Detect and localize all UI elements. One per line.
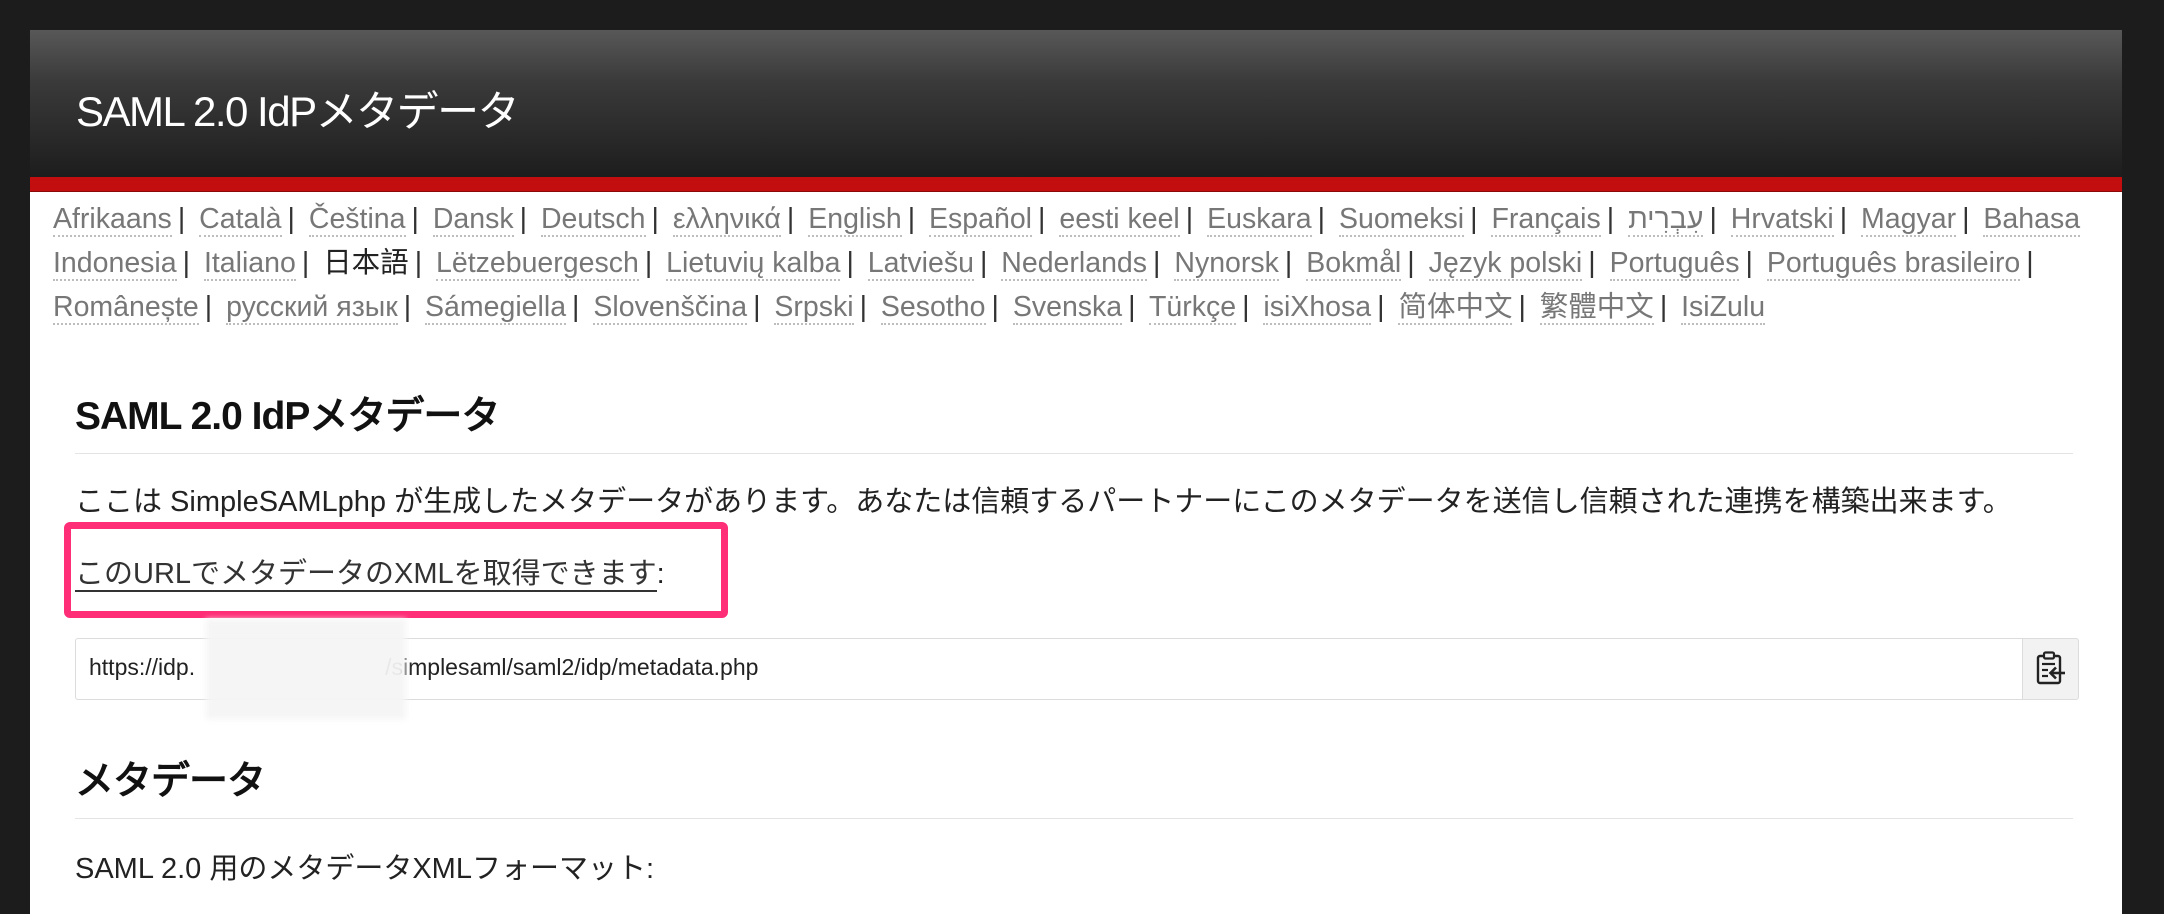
metadata-url-field[interactable]: https://idp. /simplesaml/saml2/idp/metada…	[75, 619, 2023, 719]
language-separator: |	[1038, 203, 1046, 235]
metadata-url-suffix: /simplesaml/saml2/idp/metadata.php	[385, 654, 759, 680]
language-link[interactable]: русский язык	[226, 291, 398, 325]
language-separator: |	[1962, 203, 1970, 235]
language-link[interactable]: Italiano	[203, 247, 296, 281]
language-bar: Afrikaans | Català | Čeština | Dansk | Deuts…	[53, 197, 2083, 329]
metadata-url-prefix: https://idp.	[89, 654, 196, 680]
language-link[interactable]: Românește	[53, 291, 199, 325]
language-separator: |	[651, 203, 659, 235]
language-separator: |	[1745, 247, 1753, 279]
metadata-url-label: このURLでメタデータのXMLを取得できます:	[75, 550, 665, 592]
language-link[interactable]: Euskara	[1207, 203, 1312, 237]
metadata-format-text: SAML 2.0 用のメタデータXMLフォーマット:	[75, 853, 655, 885]
language-link[interactable]: Suomeksi	[1338, 203, 1465, 237]
language-link[interactable]: Sámegiella	[425, 291, 567, 325]
language-link[interactable]: ελληνικά	[672, 203, 781, 237]
metadata-url-text: https://idp. /simplesaml/saml2/idp/metada…	[89, 654, 758, 681]
language-separator: |	[1377, 291, 1385, 323]
language-separator: |	[859, 291, 867, 323]
language-link[interactable]: 简体中文	[1398, 291, 1513, 325]
language-link[interactable]: IsiZulu	[1681, 291, 1766, 325]
language-separator: |	[846, 247, 854, 279]
language-link[interactable]: Srpski	[774, 291, 854, 325]
language-link[interactable]: Português brasileiro	[1766, 247, 2021, 281]
page-title: SAML 2.0 IdPメタデータ	[75, 385, 2073, 454]
language-link[interactable]: Afrikaans	[53, 203, 172, 237]
metadata-xml-link[interactable]: このURLでメタデータのXMLを取得できます	[75, 558, 657, 592]
language-separator: |	[2026, 247, 2034, 279]
language-link[interactable]: Magyar	[1861, 203, 1957, 237]
language-link[interactable]: isiXhosa	[1263, 291, 1372, 325]
language-separator: |	[753, 291, 761, 323]
language-link[interactable]: Bokmål	[1306, 247, 1402, 281]
page: SAML 2.0 IdPメタデータ Afrikaans | Català | Češ…	[30, 30, 2122, 914]
language-separator: |	[786, 203, 795, 235]
language-link[interactable]: Svenska	[1012, 291, 1123, 325]
language-separator: |	[301, 247, 310, 279]
language-link[interactable]: Latviešu	[867, 247, 974, 281]
language-separator: |	[1128, 291, 1136, 323]
language-link[interactable]: Nederlands	[1001, 247, 1148, 281]
language-separator: |	[177, 203, 186, 235]
language-separator: |	[1284, 247, 1293, 279]
language-link[interactable]: Lëtzebuergesch	[436, 247, 639, 281]
language-separator: |	[1317, 203, 1326, 235]
language-link[interactable]: Slovenščina	[593, 291, 748, 325]
language-separator: |	[1588, 247, 1596, 279]
language-link[interactable]: עִבְרִית	[1628, 203, 1704, 237]
language-link[interactable]: Nynorsk	[1174, 247, 1279, 281]
header-title: SAML 2.0 IdPメタデータ	[76, 88, 520, 135]
copy-url-button[interactable]	[2022, 638, 2079, 700]
language-separator: |	[979, 247, 988, 279]
language-separator: |	[572, 291, 580, 323]
language-separator: |	[1709, 203, 1717, 235]
language-link[interactable]: Hrvatski	[1730, 203, 1834, 237]
language-separator: |	[182, 247, 191, 279]
language-separator: |	[287, 203, 295, 235]
language-separator: |	[414, 247, 423, 279]
language-link[interactable]: Deutsch	[540, 203, 646, 237]
language-separator: |	[1839, 203, 1848, 235]
language-separator: |	[403, 291, 412, 323]
language-link[interactable]: Français	[1491, 203, 1601, 237]
redacted-area	[206, 619, 406, 719]
language-link[interactable]: Türkçe	[1148, 291, 1237, 325]
language-separator: |	[411, 203, 419, 235]
language-separator: |	[1242, 291, 1250, 323]
language-link[interactable]: English	[808, 203, 902, 237]
language-separator: |	[1470, 203, 1478, 235]
language-link[interactable]: Sesotho	[880, 291, 986, 325]
language-separator: |	[907, 203, 916, 235]
language-separator: |	[644, 247, 653, 279]
language-link[interactable]: Język polski	[1428, 247, 1583, 281]
language-separator: |	[1185, 203, 1194, 235]
language-separator: |	[991, 291, 999, 323]
language-separator: |	[204, 291, 213, 323]
language-current: 日本語	[323, 247, 409, 279]
language-separator: |	[1518, 291, 1526, 323]
header-accent-bar	[30, 177, 2122, 192]
language-link[interactable]: Čeština	[308, 203, 406, 237]
clipboard-copy-icon	[2036, 651, 2065, 685]
language-link[interactable]: eesti keel	[1059, 203, 1180, 237]
language-separator: |	[1606, 203, 1615, 235]
language-link[interactable]: Dansk	[432, 203, 514, 237]
url-label-colon: :	[656, 558, 665, 590]
language-link[interactable]: Português	[1609, 247, 1740, 281]
language-link[interactable]: Lietuvių kalba	[666, 247, 841, 281]
page-header: SAML 2.0 IdPメタデータ	[30, 30, 2122, 177]
language-link[interactable]: Català	[199, 203, 282, 237]
intro-text: ここは SimpleSAMLphp が生成したメタデータがあります。あなたは信頼…	[75, 486, 2012, 518]
metadata-heading: メタデータ	[75, 750, 2073, 819]
language-separator: |	[1153, 247, 1161, 279]
language-separator: |	[519, 203, 528, 235]
language-separator: |	[1659, 291, 1668, 323]
language-link[interactable]: 繁體中文	[1539, 291, 1654, 325]
language-separator: |	[1407, 247, 1415, 279]
language-link[interactable]: Español	[929, 203, 1033, 237]
